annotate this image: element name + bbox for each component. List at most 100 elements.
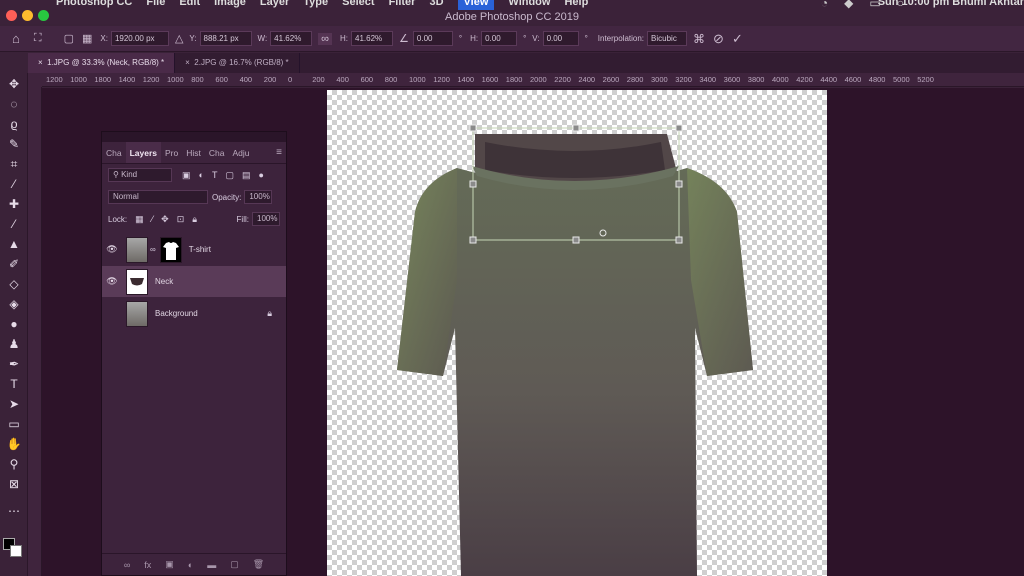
menu-select[interactable]: Select [342,0,374,10]
tab-channels[interactable]: Cha [102,142,126,163]
menu-layer[interactable]: Layer [260,0,289,10]
layer-name[interactable]: Neck [155,277,173,286]
move-tool-icon[interactable]: ✥ [5,76,23,92]
adjustment-layer-icon[interactable]: ◐ [188,560,193,570]
reference-grid-icon[interactable]: ▦ [82,32,92,45]
panel-menu-icon[interactable]: ≡ [272,142,286,163]
layer-thumbnail[interactable] [126,236,148,263]
menu-app[interactable]: Photoshop CC [56,0,132,10]
add-mask-icon[interactable]: ▣ [165,559,174,570]
history-brush-icon[interactable]: ✐ [5,256,23,272]
menu-window[interactable]: Window [508,0,550,10]
frame-tool-icon[interactable]: ⊠ [5,476,23,492]
menu-3d[interactable]: 3D [429,0,443,10]
menu-edit[interactable]: Edit [179,0,200,10]
dodge-tool-icon[interactable]: ♟ [5,336,23,352]
background-color-swatch[interactable] [10,545,22,557]
chain-icon[interactable]: ∞ [150,245,156,254]
horizontal-ruler[interactable]: 1200 1000 1800 1400 1200 1000 800 600 400 200 0 200… [42,73,1024,87]
angle-field[interactable]: 0.00 [412,31,453,46]
layer-row-background[interactable]: Background 🔒︎ [102,298,286,329]
blend-mode-select[interactable]: Normal [108,190,208,204]
layer-name[interactable]: T-shirt [189,245,211,254]
lock-all-icon[interactable]: 🔒︎ [192,214,197,225]
hand-tool-icon[interactable]: ✋ [5,436,23,452]
crop-tool-icon[interactable]: ⌗ [5,156,23,172]
delta-icon[interactable]: △ [175,32,183,45]
clone-stamp-icon[interactable]: ▲ [5,236,23,252]
link-icon[interactable]: ∞ [318,32,333,45]
tab-document-1[interactable]: × 1.JPG @ 33.3% (Neck, RGB/8) * [28,53,176,73]
menu-filter[interactable]: Filter [389,0,416,10]
wifi-icon[interactable]: ◆ [844,0,853,9]
width-field[interactable]: 41.62% [270,31,313,46]
layer-mask-thumbnail[interactable] [159,236,182,263]
eraser-tool-icon[interactable]: ◇ [5,276,23,292]
group-folder-icon[interactable]: ▬ [207,560,216,570]
layer-row-tshirt[interactable]: 👁︎ ∞ T-shirt [102,234,286,265]
tab-properties[interactable]: Pro [161,142,182,163]
warp-icon[interactable]: ⌘ [693,32,705,46]
menu-view[interactable]: View [457,0,495,10]
panel-header[interactable] [102,132,286,142]
lock-transparency-icon[interactable]: ▦ [135,214,144,225]
marquee-tool-icon[interactable]: ◌ [5,96,23,112]
menu-image[interactable]: Image [214,0,246,10]
link-layers-icon[interactable]: ∞ [124,560,130,570]
vertical-ruler[interactable] [28,87,42,576]
menu-file[interactable]: File [146,0,165,10]
filter-pixel-icon[interactable]: ▣ [182,170,191,181]
new-layer-icon[interactable]: ▢ [230,559,239,570]
quick-select-tool-icon[interactable]: ✎ [5,136,23,152]
h-skew-field[interactable]: 0.00 [481,31,518,46]
visibility-eye-icon[interactable]: 👁︎ [102,244,122,255]
y-position-field[interactable]: 888.21 px [199,31,252,46]
home-icon[interactable]: ⌂ [12,31,20,46]
x-position-field[interactable]: 1920.00 px [110,31,169,46]
fx-icon[interactable]: fx [144,560,151,570]
filter-toggle-icon[interactable]: ● [258,170,263,180]
pen-tool-icon[interactable]: ✒ [5,356,23,372]
lock-position-icon[interactable]: ✥ [161,214,169,225]
filter-shape-icon[interactable]: ▢ [225,170,234,181]
more-tools-icon[interactable]: ⋯ [5,503,23,519]
tab-layers[interactable]: Layers [125,142,162,163]
fill-field[interactable]: 100% [252,212,280,226]
close-tab-icon[interactable]: × [38,58,47,67]
layer-thumbnail[interactable] [126,268,148,295]
tab-character[interactable]: Cha [205,142,229,163]
close-tab-icon[interactable]: × [185,58,194,67]
interpolation-select[interactable]: Bicubic [647,31,688,46]
brush-tool-icon[interactable]: ⁄ [5,216,23,232]
layer-thumbnail[interactable] [126,300,148,327]
lasso-tool-icon[interactable]: ϱ [5,116,23,132]
filter-smart-icon[interactable]: ▤ [242,170,251,181]
opacity-field[interactable]: 100% [244,190,273,204]
transform-tool-icon[interactable]: ⛶ [34,32,42,45]
eyedropper-tool-icon[interactable]: ⁄ [5,176,23,192]
reference-point-icon[interactable]: ▢ [64,32,74,45]
type-tool-icon[interactable]: T [5,376,23,392]
zoom-tool-icon[interactable]: ⚲ [5,456,23,472]
filter-type-icon[interactable]: T [212,170,218,180]
trash-icon[interactable]: 🗑︎ [253,559,264,570]
path-select-icon[interactable]: ➤ [5,396,23,412]
document-canvas[interactable] [327,90,827,576]
healing-brush-icon[interactable]: ✚ [5,196,23,212]
tab-adjustments[interactable]: Adju [228,142,253,163]
v-skew-field[interactable]: 0.00 [542,31,579,46]
shield-icon[interactable]: ◔ [821,0,828,9]
paint-bucket-icon[interactable]: ◈ [5,296,23,312]
menu-clock[interactable]: Sun 10:00 pm Bhumi Akhtar [878,0,1024,8]
tab-history[interactable]: Hist [182,142,205,163]
lock-artboard-icon[interactable]: ⊡ [177,214,185,225]
layer-name[interactable]: Background [155,309,198,318]
blur-tool-icon[interactable]: ● [5,316,23,332]
lock-pixels-icon[interactable]: ⁄ [152,214,154,224]
rectangle-tool-icon[interactable]: ▭ [5,416,23,432]
cancel-transform-icon[interactable]: ⊘ [713,31,724,47]
commit-transform-icon[interactable]: ✓ [732,31,743,47]
layer-filter-field[interactable]: ⚲ Kind [108,168,172,182]
menu-type[interactable]: Type [303,0,328,10]
height-field[interactable]: 41.62% [351,31,394,46]
